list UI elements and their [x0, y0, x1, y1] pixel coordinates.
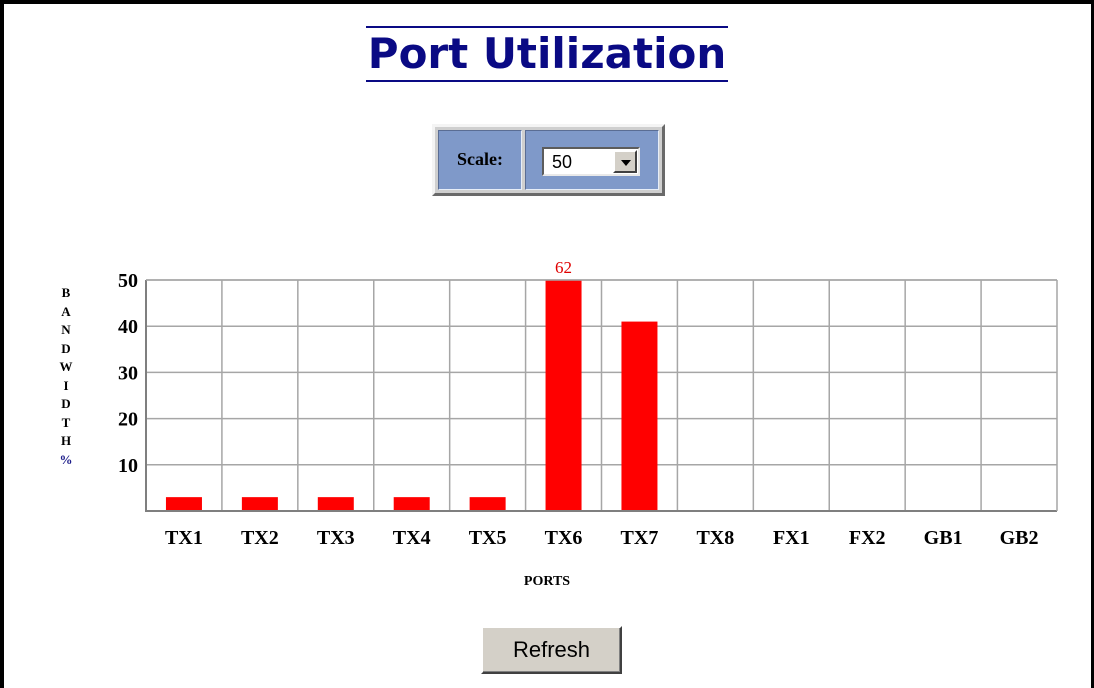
- x-tick-label: TX3: [317, 527, 355, 549]
- x-tick-label: TX7: [621, 527, 659, 549]
- bar-tx2: [241, 497, 278, 511]
- bandwidth-chart: 10 20 30 40 50 TX1 TX2 TX3 TX4 TX5 62 TX6 TX7 TX8 FX1 F…: [118, 258, 1058, 549]
- x-tick-label: GB2: [1000, 527, 1039, 549]
- bar-tx1: [165, 497, 202, 511]
- x-axis-title: PORTS: [523, 574, 571, 589]
- bar-value-label: 62: [555, 258, 572, 277]
- x-tick-label: TX5: [469, 527, 507, 549]
- x-tick-label: TX4: [393, 527, 431, 549]
- bar-tx7: [621, 321, 658, 511]
- y-tick-label: 40: [118, 316, 138, 338]
- y-tick-label: 30: [118, 362, 138, 384]
- x-tick-label: TX2: [241, 527, 279, 549]
- bar-tx6: [545, 280, 582, 511]
- x-tick-label: TX6: [545, 527, 583, 549]
- bar-tx5: [469, 497, 506, 511]
- bar-tx4: [393, 497, 430, 511]
- x-tick-label: TX8: [696, 527, 734, 549]
- x-tick-label: GB1: [924, 527, 963, 549]
- x-tick-label: FX2: [849, 527, 886, 549]
- bar-tx3: [317, 497, 354, 511]
- y-tick-label: 10: [118, 455, 138, 477]
- x-tick-label: FX1: [773, 527, 810, 549]
- y-tick-label: 50: [118, 270, 138, 292]
- y-tick-label: 20: [118, 409, 138, 431]
- refresh-button[interactable]: Refresh: [481, 626, 622, 674]
- x-tick-label: TX1: [165, 527, 203, 549]
